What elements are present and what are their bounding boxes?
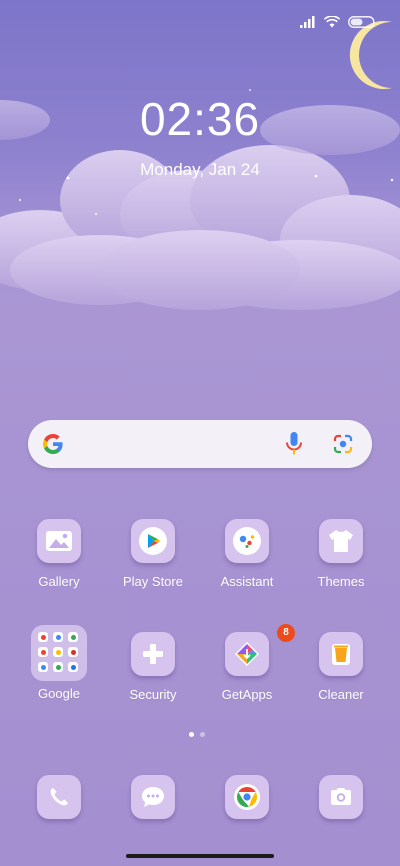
google-search-bar[interactable] xyxy=(28,420,372,468)
play-store-icon xyxy=(131,519,175,563)
dock-chrome[interactable] xyxy=(202,775,292,819)
battery-icon xyxy=(348,16,375,28)
chrome-icon xyxy=(225,775,269,819)
gallery-icon xyxy=(37,519,81,563)
app-label: Security xyxy=(129,687,177,702)
app-gallery[interactable]: Gallery xyxy=(14,519,104,589)
page-dot xyxy=(200,732,205,737)
page-dot xyxy=(189,732,194,737)
app-label: Play Store xyxy=(123,574,183,589)
messages-icon xyxy=(131,775,175,819)
assistant-icon xyxy=(225,519,269,563)
google-lens-camera-icon[interactable] xyxy=(332,433,354,455)
voice-search-mic-icon[interactable] xyxy=(285,431,303,457)
notification-badge: 8 xyxy=(277,624,295,642)
lockscreen-date: Monday, Jan 24 xyxy=(140,160,260,179)
app-play-store[interactable]: Play Store xyxy=(108,519,198,589)
app-getapps[interactable]: 8 GetApps xyxy=(202,624,295,702)
app-themes[interactable]: Themes xyxy=(296,519,386,589)
camera-icon xyxy=(319,775,363,819)
app-cleaner[interactable]: Cleaner xyxy=(296,632,386,702)
app-label: GetApps xyxy=(221,687,273,702)
phone-icon xyxy=(37,775,81,819)
home-indicator-bar[interactable] xyxy=(126,854,274,858)
folder-icon xyxy=(31,625,87,681)
signal-icon xyxy=(300,16,315,28)
app-label: Cleaner xyxy=(318,687,364,702)
app-assistant[interactable]: Assistant xyxy=(202,519,292,589)
google-g-icon xyxy=(43,434,63,454)
dock-camera[interactable] xyxy=(296,775,386,819)
app-label: Gallery xyxy=(38,574,80,589)
wifi-icon xyxy=(324,16,340,28)
getapps-icon: 8 xyxy=(225,624,295,676)
app-label: Assistant xyxy=(220,574,274,589)
page-indicator xyxy=(189,732,205,737)
app-label: Google xyxy=(38,686,80,701)
dock-phone[interactable] xyxy=(14,775,104,819)
app-security[interactable]: Security xyxy=(108,632,198,702)
security-icon xyxy=(131,632,175,676)
folder-google[interactable]: Google xyxy=(14,625,104,701)
lockscreen-clock: 02:36 xyxy=(139,93,261,145)
cleaner-icon xyxy=(319,632,363,676)
dock-messages[interactable] xyxy=(108,775,198,819)
status-bar xyxy=(300,12,376,32)
app-label: Themes xyxy=(317,574,365,589)
themes-icon xyxy=(319,519,363,563)
